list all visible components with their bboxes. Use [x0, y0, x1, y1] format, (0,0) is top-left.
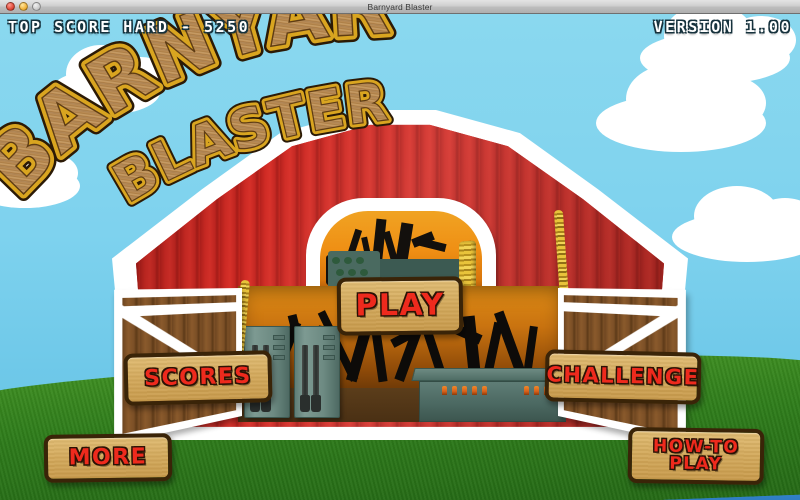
shotgun-icon: [311, 345, 321, 412]
top-score-label: TOP SCORE HARD - 5250: [8, 18, 251, 36]
shotgun-shell-icon: [482, 386, 487, 395]
shotgun-shell-icon: [462, 386, 467, 395]
scores-button[interactable]: SCORES: [123, 350, 273, 406]
play-button[interactable]: PLAY: [336, 276, 464, 336]
challenge-button[interactable]: CHALLENGE: [544, 349, 702, 405]
more-button[interactable]: MORE: [43, 433, 173, 483]
window-title: Barnyard Blaster: [367, 1, 433, 12]
how-to-play-button[interactable]: HOW-TO PLAY: [627, 426, 765, 486]
more-button-label: MORE: [68, 444, 148, 471]
challenge-button-label: CHALLENGE: [546, 362, 700, 390]
shotgun-shell-icon: [472, 386, 477, 395]
shotgun-shell-icon: [534, 386, 539, 395]
how-to-play-button-label: HOW-TO PLAY: [652, 435, 740, 475]
cloud-icon: [50, 45, 170, 115]
shotgun-shell-icon: [524, 386, 529, 395]
workbench-top: [411, 368, 566, 381]
app-window: Barnyard Blaster ARNYA ARNYA ARNYA BLAST…: [0, 0, 800, 500]
version-label: VERSION 1.00: [653, 18, 792, 36]
scores-button-label: SCORES: [143, 363, 253, 392]
shotgun-shell-icon: [452, 386, 457, 395]
shotgun-icon: [300, 345, 310, 412]
window-titlebar: Barnyard Blaster: [0, 0, 800, 14]
workbench: [411, 368, 566, 422]
play-button-label: PLAY: [355, 287, 445, 324]
gun-cabinet: [294, 326, 340, 418]
game-canvas: BARNYARD BARNYARD BARNYARD BLASTER BLAST…: [0, 14, 800, 500]
shotgun-shell-icon: [442, 386, 447, 395]
